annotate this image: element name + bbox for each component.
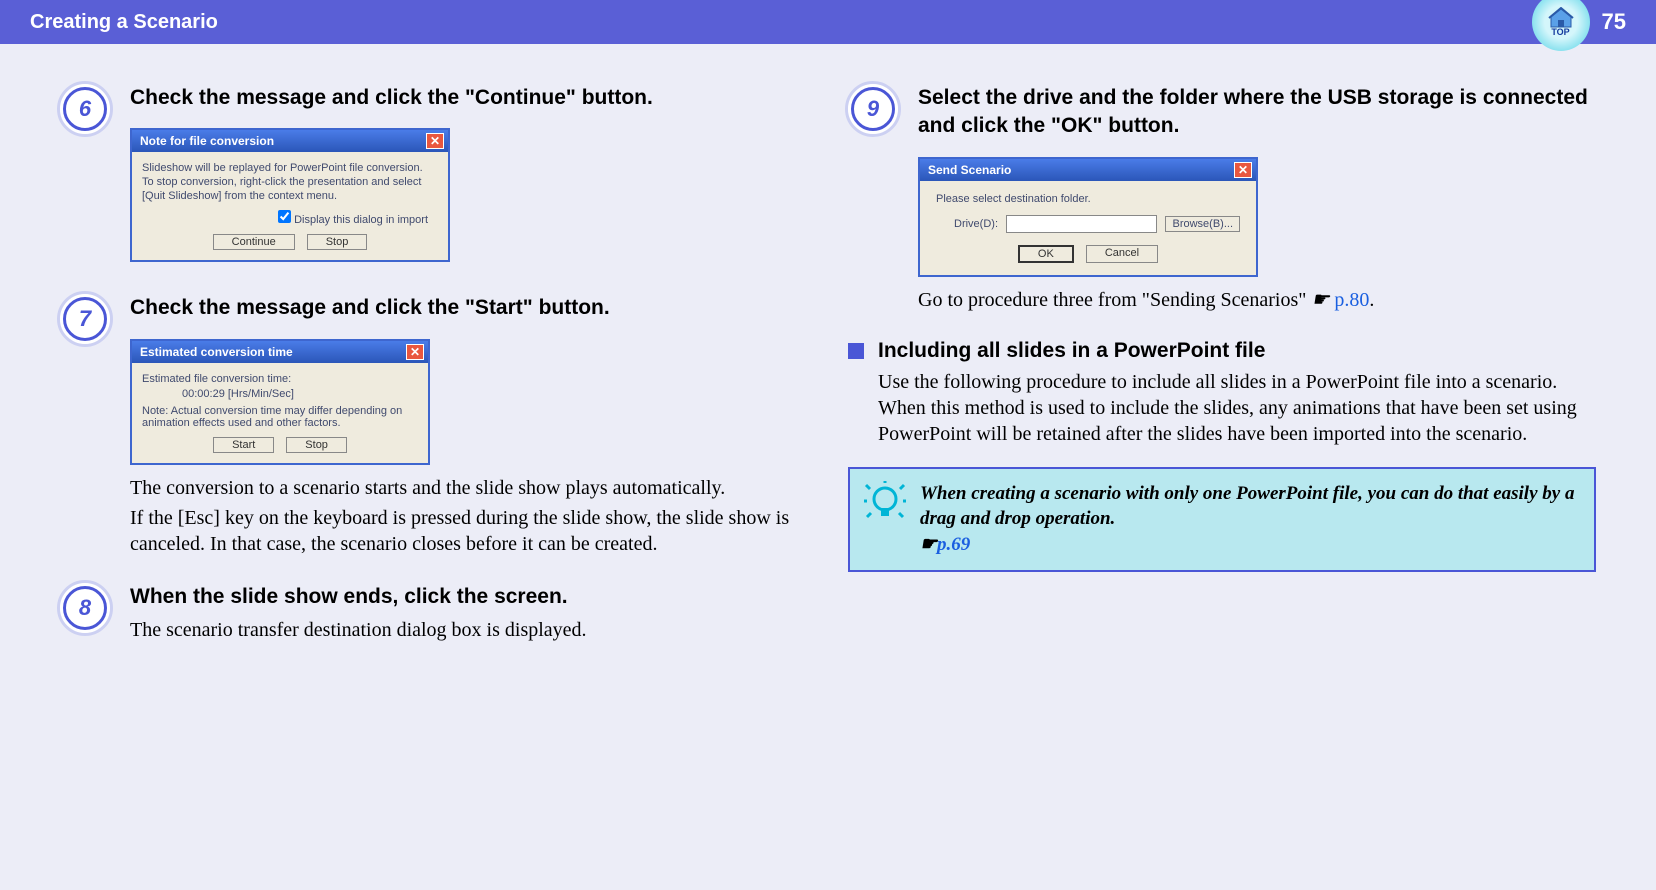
step-8-text: The scenario transfer destination dialog…: [130, 617, 808, 643]
lightbulb-icon: [864, 481, 906, 558]
step-7-title: Check the message and click the "Start" …: [130, 294, 808, 322]
dialog2-title: Estimated conversion time: [140, 345, 293, 359]
step-num-badge: 9: [848, 84, 898, 134]
display-dialog-checkbox[interactable]: [278, 210, 291, 223]
tip-box: When creating a scenario with only one P…: [848, 467, 1596, 572]
page-title: Creating a Scenario: [30, 11, 218, 34]
tip-text: When creating a scenario with only one P…: [920, 481, 1576, 558]
step-num-badge: 7: [60, 294, 110, 344]
page-header: Creating a Scenario TOP 75: [0, 0, 1656, 44]
ok-button[interactable]: OK: [1018, 245, 1074, 263]
dialog2-line1: Estimated file conversion time:: [142, 373, 418, 385]
top-label: TOP: [1551, 27, 1569, 37]
step-num-badge: 6: [60, 84, 110, 134]
left-column: 6 Check the message and click the "Conti…: [60, 84, 808, 643]
start-button[interactable]: Start: [213, 437, 274, 453]
continue-button[interactable]: Continue: [213, 234, 295, 250]
close-icon[interactable]: ✕: [426, 133, 444, 149]
link-p69[interactable]: p.69: [937, 534, 970, 555]
close-icon[interactable]: ✕: [1234, 162, 1252, 178]
subsection-title: Including all slides in a PowerPoint fil…: [878, 339, 1265, 363]
step-9: 9 Select the drive and the folder where …: [848, 84, 1596, 313]
right-column: 9 Select the drive and the folder where …: [848, 84, 1596, 643]
dialog-est-time: Estimated conversion time ✕ Estimated fi…: [130, 339, 430, 465]
dialog2-line2: Note: Actual conversion time may differ …: [142, 405, 418, 429]
step-9-note: Go to procedure three from "Sending Scen…: [918, 287, 1596, 313]
bullet-box-icon: [848, 343, 864, 359]
step-6: 6 Check the message and click the "Conti…: [60, 84, 808, 268]
page-number: 75: [1602, 9, 1626, 35]
step-7: 7 Check the message and click the "Start…: [60, 294, 808, 556]
step-7-text1: The conversion to a scenario starts and …: [130, 475, 808, 501]
dialog1-line1: Slideshow will be replayed for PowerPoin…: [142, 162, 438, 174]
cancel-button[interactable]: Cancel: [1086, 245, 1158, 263]
dialog1-checkbox-row: Display this dialog in import: [142, 210, 438, 226]
step-8: 8 When the slide show ends, click the sc…: [60, 583, 808, 643]
content: 6 Check the message and click the "Conti…: [0, 44, 1656, 653]
browse-button[interactable]: Browse(B)...: [1165, 216, 1240, 232]
dialog1-title: Note for file conversion: [140, 134, 274, 148]
subsection-text: Use the following procedure to include a…: [878, 369, 1596, 447]
hand-icon: ☛: [920, 534, 937, 555]
dialog-note-conversion: Note for file conversion ✕ Slideshow wil…: [130, 128, 450, 262]
house-icon: [1547, 7, 1575, 29]
drive-input[interactable]: [1006, 215, 1157, 233]
drive-label: Drive(D):: [954, 218, 998, 230]
hand-icon: ☛: [1311, 289, 1329, 311]
step-9-title: Select the drive and the folder where th…: [918, 84, 1596, 141]
dialog1-check-label: Display this dialog in import: [294, 214, 428, 226]
dialog-send-scenario: Send Scenario ✕ Please select destinatio…: [918, 157, 1258, 277]
stop-button[interactable]: Stop: [286, 437, 347, 453]
header-right: TOP 75: [1532, 1, 1626, 43]
close-icon[interactable]: ✕: [406, 344, 424, 360]
step-6-title: Check the message and click the "Continu…: [130, 84, 808, 112]
dialog1-line2: To stop conversion, right-click the pres…: [142, 176, 438, 188]
dialog3-title: Send Scenario: [928, 163, 1011, 177]
subsection-header: Including all slides in a PowerPoint fil…: [848, 339, 1596, 363]
dialog3-line1: Please select destination folder.: [936, 193, 1240, 205]
step-8-title: When the slide show ends, click the scre…: [130, 583, 808, 611]
link-p80[interactable]: p.80: [1334, 289, 1369, 311]
step-7-text2: If the [Esc] key on the keyboard is pres…: [130, 505, 808, 557]
dialog2-time: 00:00:29 [Hrs/Min/Sec]: [142, 388, 418, 400]
stop-button[interactable]: Stop: [307, 234, 368, 250]
dialog1-line3: [Quit Slideshow] from the context menu.: [142, 190, 438, 202]
step-num-badge: 8: [60, 583, 110, 633]
